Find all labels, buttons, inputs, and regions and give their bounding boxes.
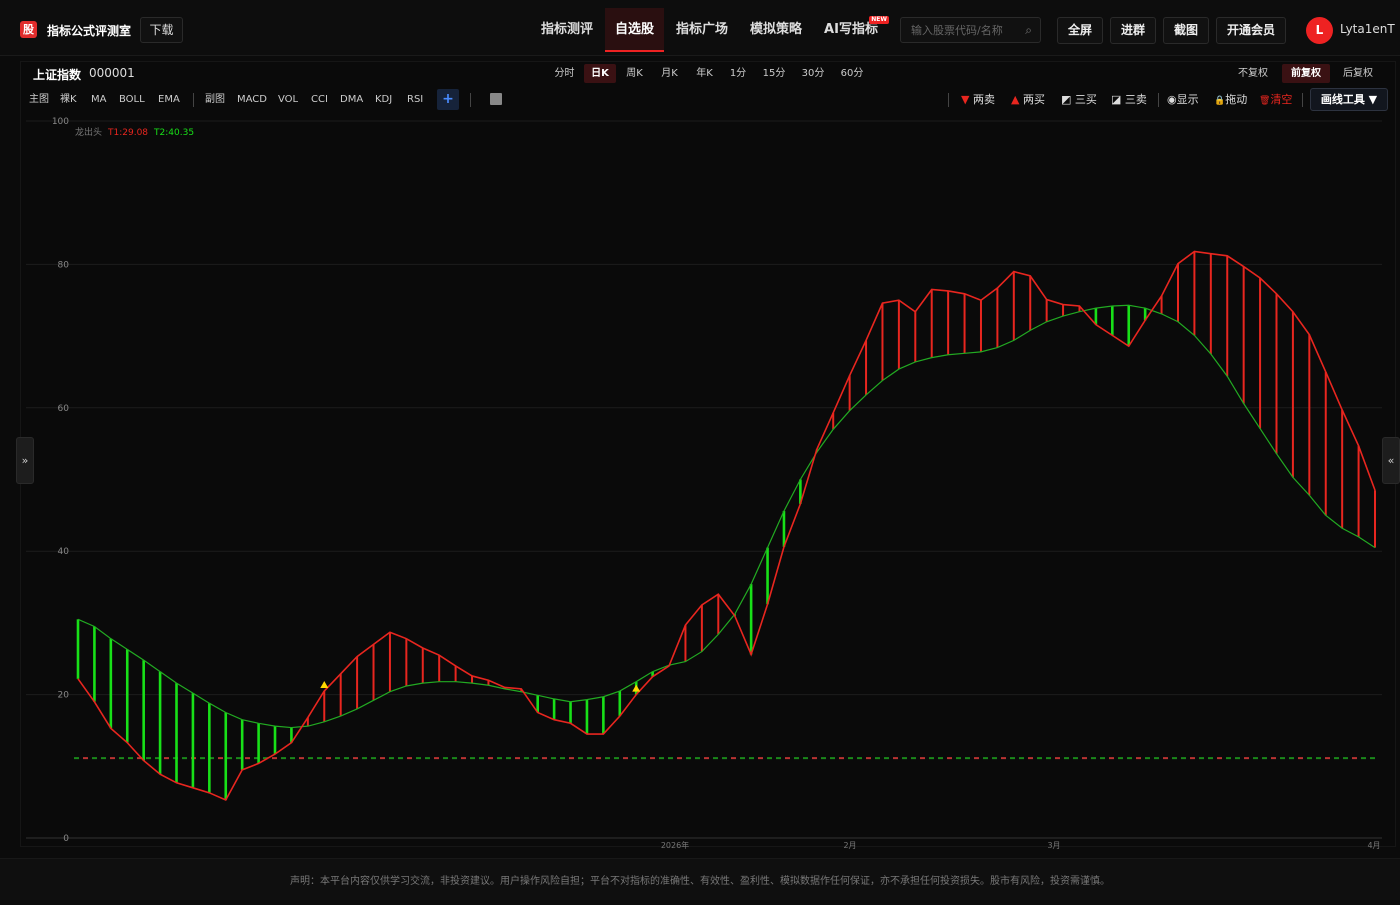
indicator-boll[interactable]: BOLL [119,92,145,108]
tool-label: 两买 [1022,93,1045,106]
period-tab-weekly[interactable]: 周K [622,64,647,83]
username[interactable]: Lyta1enT [1340,22,1395,36]
nav-watchlist[interactable]: 自选股 [605,8,664,52]
tool-drag[interactable]: 🔒拖动 [1214,92,1247,109]
expand-left-icon[interactable]: » [16,437,34,484]
main-chart-label[interactable]: 主图 [29,92,49,108]
tool-label: 两卖 [972,93,995,106]
tool-label: 清空 [1270,93,1293,106]
tool-triple-sell[interactable]: ◪ 三卖 [1111,92,1147,108]
top-bar: 股 指标公式评测室 下载 指标测评 自选股 指标广场 模拟策略 AI写指标 NE… [0,0,1400,56]
nav-simulated-strategy[interactable]: 模拟策略 [740,8,812,52]
triangle-down-icon: ▼ [961,93,970,106]
chart-up-icon: ◩ [1061,93,1072,106]
avatar[interactable]: L [1306,17,1333,44]
expand-right-icon[interactable]: « [1382,437,1400,484]
join-group-button[interactable]: 进群 [1110,17,1156,44]
logo-icon: 股 [20,21,37,38]
period-tab-daily[interactable]: 日K [584,64,616,83]
indicator-ma[interactable]: MA [91,92,106,108]
symbol-name: 上证指数 [33,68,82,82]
period-tab-intraday[interactable]: 分时 [551,64,578,83]
adjust-forward[interactable]: 前复权 [1282,64,1330,83]
tool-show[interactable]: ◉显示 [1167,92,1199,108]
triangle-up-icon: ▲ [1011,93,1020,106]
tool-label: 三卖 [1124,93,1147,106]
chart-down-icon: ◪ [1111,93,1122,106]
indicator-cci[interactable]: CCI [311,92,328,108]
chart-panel [20,61,1396,847]
indicator-bare-k[interactable]: 裸K [60,92,77,108]
indicator-rsi[interactable]: RSI [407,92,423,108]
period-tab-1min[interactable]: 1分 [727,64,749,83]
sub-chart-label[interactable]: 副图 [205,92,225,108]
indicator-dma[interactable]: DMA [340,92,363,108]
add-indicator-button[interactable]: + [437,89,459,110]
app-title: 指标公式评测室 [47,24,132,38]
tool-triple-buy[interactable]: ◩ 三买 [1061,92,1097,108]
tool-double-buy[interactable]: ▲ 两买 [1011,92,1045,108]
legend-t2: T2:40.35 [154,128,195,138]
trash-icon: 🗑 [1259,96,1271,106]
membership-button[interactable]: 开通会员 [1216,17,1286,44]
tool-label: 拖动 [1225,93,1248,106]
period-tab-30min[interactable]: 30分 [799,64,827,83]
fullscreen-button[interactable]: 全屏 [1057,17,1103,44]
indicator-kdj[interactable]: KDJ [375,92,392,108]
draw-tools-dropdown[interactable]: 画线工具 ▼ [1310,88,1388,111]
period-tab-yearly[interactable]: 年K [692,64,717,83]
legend-name: 龙出头 [75,128,103,138]
lock-icon: 🔒 [1214,96,1226,106]
indicator-macd[interactable]: MACD [237,92,267,108]
save-icon[interactable] [490,93,502,105]
nav-indicator-review[interactable]: 指标测评 [531,8,603,52]
tool-label: 三买 [1074,93,1097,106]
indicator-ema[interactable]: EMA [158,92,180,108]
search-input[interactable] [911,22,1021,38]
nav-ai-indicator-label: AI写指标 [824,22,878,37]
divider [193,93,194,107]
divider [1302,93,1303,107]
chart-legend: 龙出头 T1:29.08 T2:40.35 [75,125,200,138]
disclaimer-footer: 声明：本平台内容仅供学习交流，非投资建议。用户操作风险自担；平台不对指标的准确性… [0,858,1400,900]
indicator-vol[interactable]: VOL [278,92,298,108]
download-button[interactable]: 下载 [140,17,183,43]
tool-label: 显示 [1176,93,1199,106]
divider [948,93,949,107]
tool-double-sell[interactable]: ▼ 两卖 [961,92,995,108]
period-tab-monthly[interactable]: 月K [657,64,682,83]
nav-ai-indicator[interactable]: AI写指标 NEW [814,8,889,52]
adjust-none[interactable]: 不复权 [1234,64,1272,83]
eye-icon: ◉ [1167,93,1177,106]
nav-indicator-square[interactable]: 指标广场 [666,8,738,52]
new-badge: NEW [869,16,889,24]
stock-search[interactable]: ⌕ [900,17,1041,43]
symbol-code: 000001 [89,66,135,80]
divider [1158,93,1159,107]
search-icon[interactable]: ⌕ [1025,23,1032,38]
adjust-backward[interactable]: 后复权 [1338,64,1378,83]
period-tab-60min[interactable]: 60分 [838,64,866,83]
divider [470,93,471,107]
legend-t1: T1:29.08 [108,128,149,138]
tool-clear[interactable]: 🗑清空 [1259,92,1292,109]
period-tab-15min[interactable]: 15分 [760,64,788,83]
screenshot-button[interactable]: 截图 [1163,17,1209,44]
